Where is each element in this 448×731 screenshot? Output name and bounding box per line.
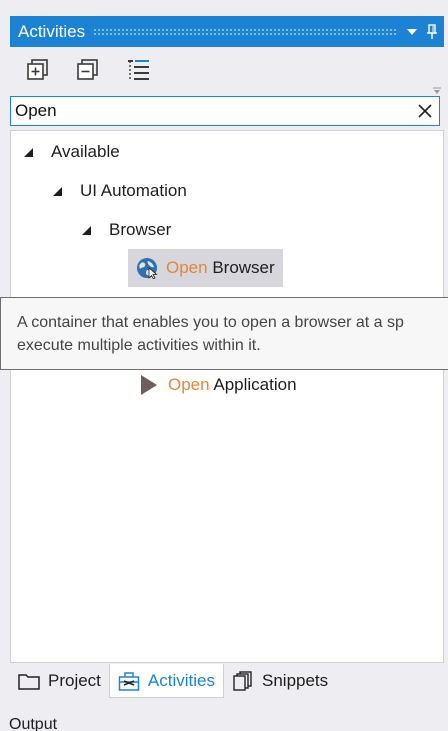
tree-node-browser[interactable]: Browser: [82, 216, 171, 244]
tab-label: Activities: [147, 670, 215, 690]
tab-project[interactable]: Project: [10, 664, 109, 698]
activity-tooltip: A container that enables you to open a b…: [0, 297, 448, 370]
title-grip[interactable]: [93, 28, 396, 35]
panel-title-bar: Activities: [10, 16, 444, 47]
chevron-down-icon[interactable]: [404, 24, 420, 40]
tree-node-label: Available: [51, 142, 120, 161]
search-box: [10, 96, 440, 126]
tooltip-line: execute multiple activities within it.: [17, 337, 261, 354]
collapse-all-icon[interactable]: [75, 57, 101, 83]
tree-node-label: Browser: [109, 220, 172, 239]
tree-node-available[interactable]: Available: [24, 138, 120, 166]
tooltip-line: A container that enables you to open a b…: [17, 314, 404, 331]
toolbar-overflow-icon[interactable]: [432, 82, 442, 94]
search-input[interactable]: [11, 97, 411, 125]
activity-open-application[interactable]: Open Application: [138, 371, 297, 399]
expand-all-icon[interactable]: [25, 57, 51, 83]
snippets-icon: [232, 671, 254, 691]
activities-tree: Available UI Automation Browser Open Bro…: [10, 130, 444, 663]
activity-label-rest: Application: [209, 375, 297, 394]
folder-icon: [18, 671, 40, 691]
tab-activities[interactable]: Activities: [108, 664, 224, 698]
close-icon[interactable]: [411, 97, 439, 125]
bottom-tab-strip: Project Activities Snippets: [10, 663, 444, 699]
toolbox-icon: [118, 671, 140, 691]
expanded-triangle-icon[interactable]: [24, 147, 33, 157]
pin-icon[interactable]: [424, 23, 440, 40]
tab-snippets[interactable]: Snippets: [224, 664, 336, 698]
tab-label: Snippets: [262, 671, 329, 690]
tree-node-ui-automation[interactable]: UI Automation: [53, 177, 187, 205]
activity-label-rest: Browser: [207, 258, 275, 277]
tree-node-label: UI Automation: [80, 181, 187, 200]
expanded-triangle-icon[interactable]: [82, 225, 91, 235]
search-match-text: Open: [166, 258, 208, 277]
tab-label: Project: [48, 671, 101, 690]
output-panel-label[interactable]: Output: [9, 716, 57, 731]
panel-title: Activities: [18, 21, 86, 41]
panel-toolbar: [10, 48, 444, 94]
expanded-triangle-icon[interactable]: [53, 186, 62, 196]
play-icon: [138, 374, 160, 396]
tree-view-icon[interactable]: [125, 57, 151, 83]
activity-open-browser[interactable]: Open Browser: [128, 249, 283, 287]
search-match-text: Open: [168, 375, 210, 394]
globe-icon: [136, 257, 158, 279]
activities-panel-root: Activities Open Available UI Automation …: [0, 0, 448, 731]
